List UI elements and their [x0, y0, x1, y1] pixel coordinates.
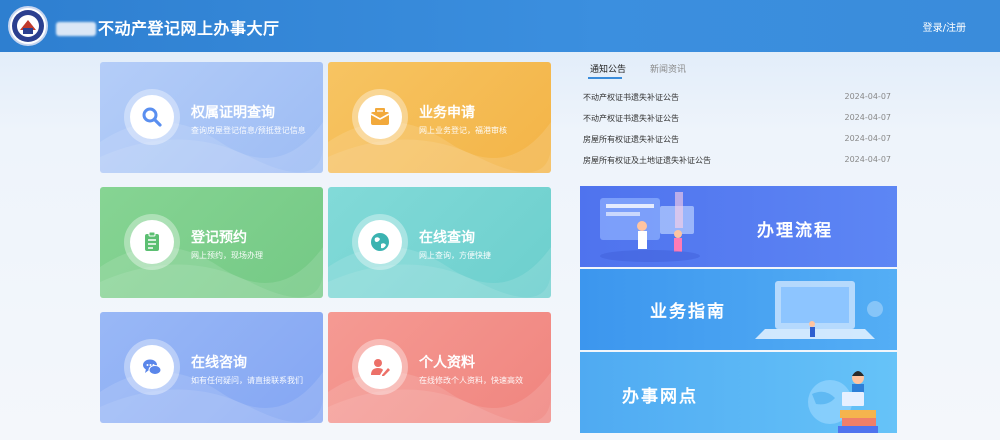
list-item[interactable]: 不动产权证书遗失补证公告 2024-04-07: [583, 90, 895, 111]
tab-notices[interactable]: 通知公告: [590, 62, 626, 75]
search-icon: [142, 107, 162, 127]
list-item[interactable]: 房屋所有权证及土地证遗失补证公告 2024-04-07: [583, 153, 895, 174]
login-register-link[interactable]: 登录/注册: [923, 19, 966, 34]
banner-label: 办事网点: [622, 387, 698, 407]
tile-online-consultation[interactable]: 在线咨询 如有任何疑问，请直接联系我们: [100, 312, 323, 423]
tile-subtitle: 在线修改个人资料，快速高效: [419, 376, 523, 385]
tile-icon-circle: [124, 339, 180, 395]
list-item[interactable]: 不动产权证书遗失补证公告 2024-04-07: [583, 111, 895, 132]
notice-list: 不动产权证书遗失补证公告 2024-04-07 不动产权证书遗失补证公告 202…: [583, 90, 895, 174]
site-title[interactable]: 不动产登记网上办事大厅: [56, 15, 280, 39]
tile-icon-circle: [352, 89, 408, 145]
tile-title: 登记预约: [191, 230, 247, 246]
emblem-icon: [12, 10, 44, 42]
notice-title: 不动产权证书遗失补证公告: [583, 93, 679, 102]
tile-title: 权属证明查询: [191, 105, 275, 121]
tab-news[interactable]: 新闻资讯: [650, 62, 686, 75]
tile-online-query[interactable]: 在线查询 网上查询，方便快捷: [328, 187, 551, 298]
tile-ownership-query[interactable]: 权属证明查询 查询房屋登记信息/预抵登记信息: [100, 62, 323, 173]
tile-registration-appointment[interactable]: 登记预约 网上预约，现场办理: [100, 187, 323, 298]
site-title-text: 不动产登记网上办事大厅: [98, 19, 280, 38]
tile-title: 在线查询: [419, 230, 475, 246]
notice-date: 2024-04-07: [844, 113, 892, 122]
globe-icon: [371, 233, 389, 251]
clipboard-icon: [145, 231, 159, 251]
redacted-region-name: [56, 22, 96, 36]
tile-subtitle: 查询房屋登记信息/预抵登记信息: [191, 126, 306, 135]
tile-personal-profile[interactable]: 个人资料 在线修改个人资料，快速高效: [328, 312, 551, 423]
banner-label: 业务指南: [650, 302, 726, 322]
site-logo[interactable]: [8, 6, 48, 46]
notice-title: 不动产权证书遗失补证公告: [583, 114, 679, 123]
tile-icon-circle: [124, 89, 180, 145]
notice-date: 2024-04-07: [844, 92, 892, 101]
banner-process-flow[interactable]: 办理流程: [580, 186, 897, 267]
tile-title: 在线咨询: [191, 355, 247, 371]
tile-title: 个人资料: [419, 355, 475, 371]
tile-subtitle: 网上查询，方便快捷: [419, 251, 491, 260]
top-header: 不动产登记网上办事大厅 登录/注册: [0, 0, 1000, 52]
user-edit-icon: [371, 359, 390, 376]
notice-title: 房屋所有权证遗失补证公告: [583, 135, 679, 144]
chat-icon: [143, 359, 162, 375]
banner-service-locations[interactable]: 办事网点: [580, 352, 897, 433]
tile-subtitle: 网上业务登记，福港审核: [419, 126, 507, 135]
tile-icon-circle: [352, 339, 408, 395]
banner-label: 办理流程: [757, 221, 833, 241]
tile-icon-circle: [124, 214, 180, 270]
tile-title: 业务申请: [419, 105, 475, 121]
tile-icon-circle: [352, 214, 408, 270]
banner-business-guide[interactable]: 业务指南: [580, 269, 897, 350]
active-tab-indicator: [588, 77, 622, 79]
mail-icon: [370, 108, 390, 125]
list-item[interactable]: 房屋所有权证遗失补证公告 2024-04-07: [583, 132, 895, 153]
laptop-illustration: [755, 281, 883, 339]
tile-subtitle: 如有任何疑问，请直接联系我们: [191, 376, 303, 385]
process-illustration: [600, 192, 700, 262]
tile-business-application[interactable]: 业务申请 网上业务登记，福港审核: [328, 62, 551, 173]
notice-title: 房屋所有权证及土地证遗失补证公告: [583, 156, 711, 165]
tile-subtitle: 网上预约，现场办理: [191, 251, 263, 260]
notice-date: 2024-04-07: [844, 134, 892, 143]
notice-date: 2024-04-07: [844, 155, 892, 164]
